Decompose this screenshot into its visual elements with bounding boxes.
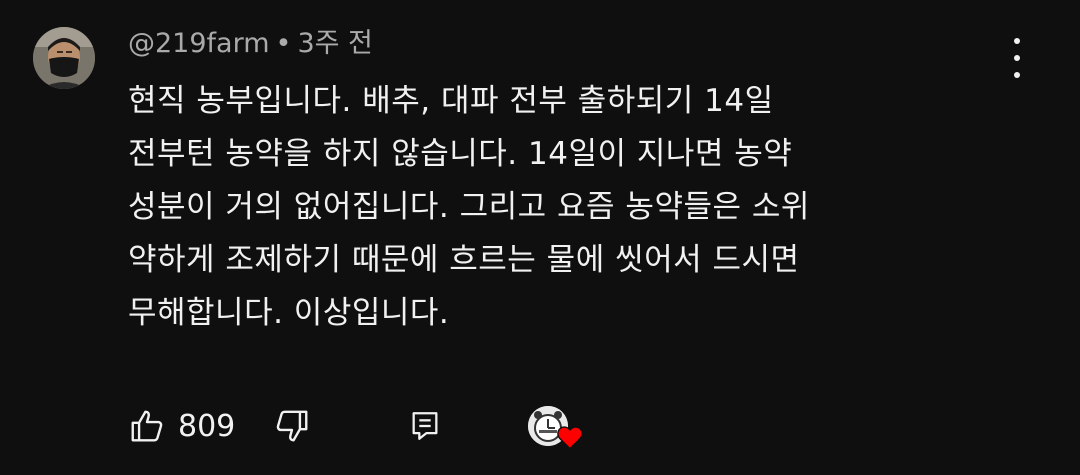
comment-thread: @219farm • 3주 전 현직 농부입니다. 배추, 대파 전부 출하되기 1… [0,0,1080,475]
more-vert-icon[interactable] [1003,38,1031,78]
reply-button[interactable] [408,400,442,452]
comment-line: 무해합니다. 이상입니다. [128,295,450,331]
comment-line: 현직 농부입니다. 배추, 대파 전부 출하되기 14일 [128,83,774,119]
more-vert-dot [1014,38,1020,44]
comment-line: 약하게 조제하기 때문에 흐르는 물에 씻어서 드시면 [128,242,800,278]
comment-body: 현직 농부입니다. 배추, 대파 전부 출하되기 14일 전부턴 농약을 하지 … [128,75,968,340]
more-vert-dot [1014,55,1020,61]
more-vert-dot [1014,72,1020,78]
meta-separator: • [275,28,292,59]
like-button[interactable]: 809 [128,400,235,452]
creator-heart-icon [557,426,583,450]
author-avatar[interactable] [33,27,95,89]
author-avatar-image [33,27,95,89]
thumbs-down-icon [276,410,308,442]
author-handle[interactable]: @219farm [128,28,270,59]
comment-line: 전부턴 농약을 하지 않습니다. 14일이 지나면 농약 [128,136,793,172]
comment-actions: 809 [128,400,688,452]
thumbs-up-icon [131,410,163,442]
creator-heart-badge [528,400,586,452]
dislike-button[interactable] [273,400,311,452]
comment-line: 성분이 거의 없어집니다. 그리고 요즘 농약들은 소위 [128,189,810,225]
like-count: 809 [178,408,236,444]
comment-timestamp[interactable]: 3주 전 [297,28,372,59]
reply-comment-icon [412,412,438,440]
comment-meta: @219farm • 3주 전 [128,24,373,64]
